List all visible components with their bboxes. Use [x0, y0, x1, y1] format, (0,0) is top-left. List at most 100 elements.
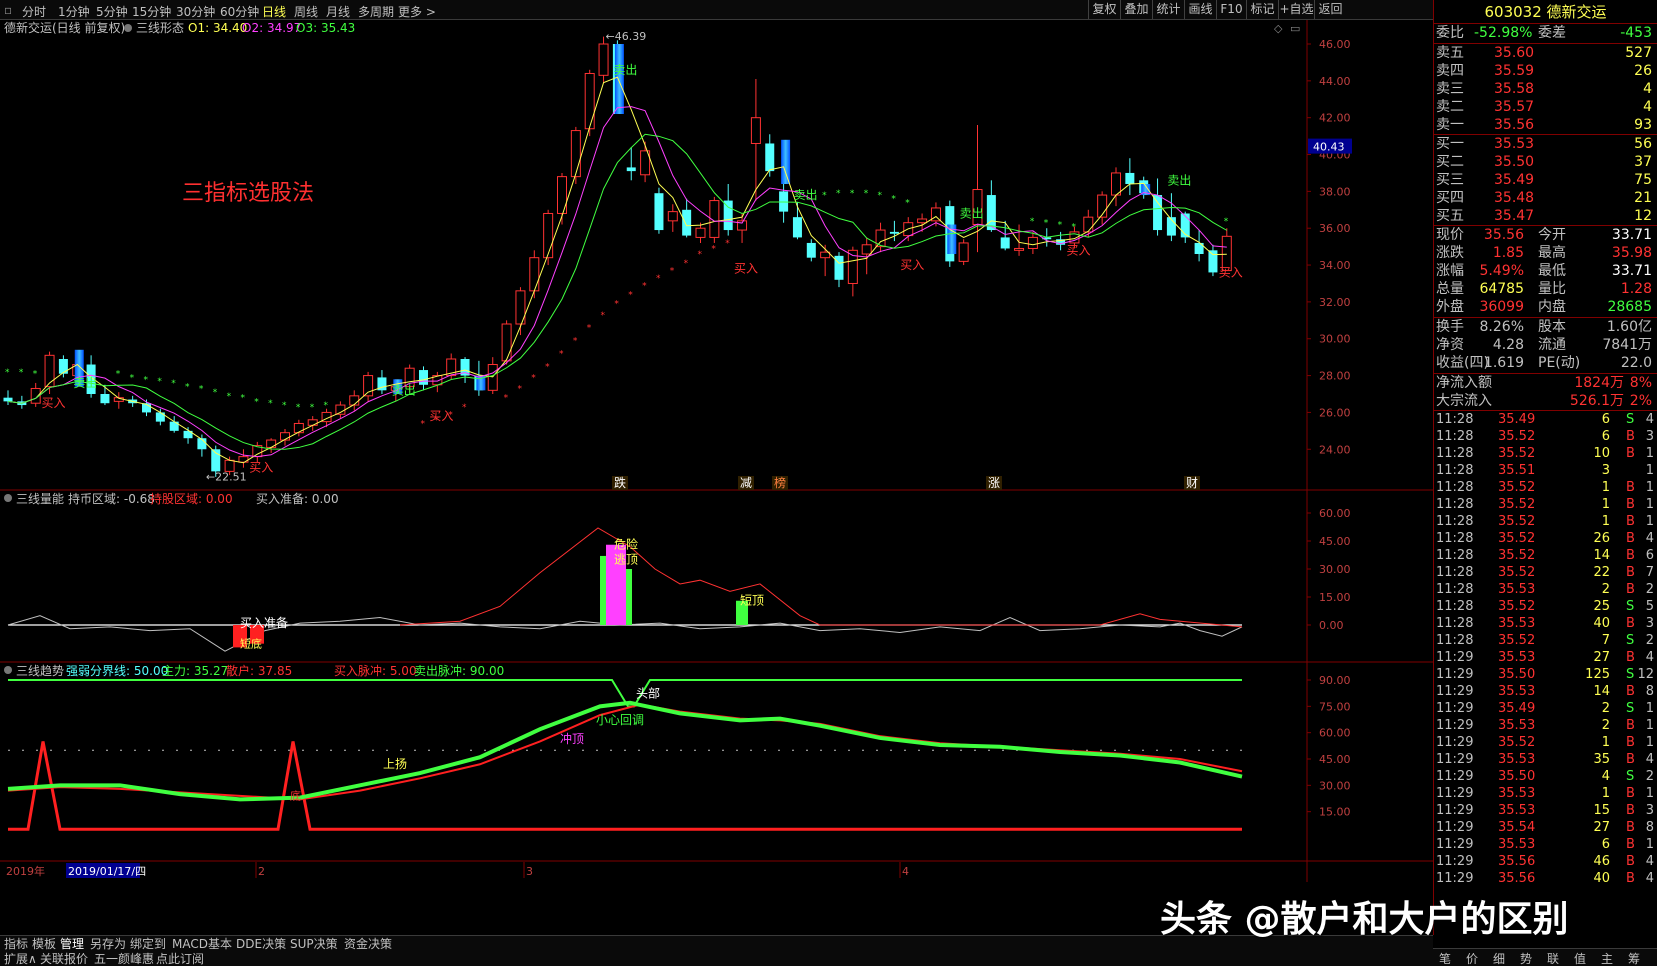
tick-count: 12: [1637, 667, 1654, 682]
period-tab[interactable]: 5分钟: [96, 3, 128, 20]
tick-volume: 26: [1593, 531, 1610, 546]
period-tab[interactable]: 日线: [262, 3, 286, 20]
sar-dot: *: [836, 189, 841, 199]
sar-dot: *: [545, 362, 550, 372]
toolbar-button[interactable]: F10: [1216, 0, 1246, 19]
bottom-tab-secondary[interactable]: 扩展∧: [4, 952, 37, 966]
tick-price: 35.49: [1498, 701, 1536, 716]
price-tick-label: 34.00: [1319, 259, 1351, 272]
candle-body: [557, 176, 567, 214]
period-tab[interactable]: 更多 >: [398, 3, 436, 20]
tick-row: 11:28 35.49 6 S 4: [1434, 411, 1657, 428]
period-tab[interactable]: 分时: [22, 3, 46, 20]
candle-body: [598, 43, 609, 76]
bottom-tab[interactable]: 模板: [32, 937, 56, 951]
period-tab[interactable]: 60分钟: [220, 3, 259, 20]
sar-dot: *: [559, 349, 564, 359]
quote-tab[interactable]: 笔: [1439, 950, 1451, 966]
tick-volume: 27: [1593, 650, 1610, 665]
tick-count: 4: [1645, 871, 1654, 886]
sell-signal-label: 卖出: [1167, 173, 1191, 187]
bottom-tab[interactable]: 指标: [4, 937, 28, 951]
bottom-tab[interactable]: DDE决策: [236, 937, 286, 951]
bottom-tab[interactable]: 管理: [60, 937, 84, 951]
quote-tab[interactable]: 主: [1601, 950, 1613, 966]
tick-side: B: [1626, 480, 1635, 495]
flow-label: 净流入额: [1436, 375, 1492, 391]
toolbar-button[interactable]: 画线: [1184, 0, 1216, 19]
ask-volume: 4: [1643, 99, 1652, 115]
bid-label: 买四: [1436, 190, 1464, 206]
tick-volume: 10: [1593, 446, 1610, 461]
quote-tab[interactable]: 细: [1493, 950, 1505, 966]
quote-tab[interactable]: 筹: [1628, 950, 1640, 966]
flow-value: 526.1万: [1569, 393, 1624, 409]
period-tab[interactable]: 1分钟: [58, 3, 90, 20]
bottom-tab[interactable]: 资金决策: [344, 937, 392, 951]
tick-count: 1: [1645, 735, 1654, 750]
ask-price: 35.60: [1494, 45, 1535, 61]
tick-count: 2: [1645, 582, 1654, 597]
tick-volume: 35: [1593, 752, 1610, 767]
toolbar-button[interactable]: 返回: [1314, 0, 1346, 19]
stat-value: 5.49%: [1479, 263, 1524, 279]
tick-volume: 6: [1601, 837, 1610, 852]
bottom-tab-secondary[interactable]: 五一颜峰惠: [94, 952, 154, 966]
quote-tab[interactable]: 势: [1520, 950, 1532, 966]
quote-bottom-tabs: 笔价细势联值主筹: [1433, 948, 1657, 966]
quote-tab[interactable]: 价: [1466, 950, 1478, 966]
toolbar-button[interactable]: +自选: [1278, 0, 1314, 19]
toolbar-button[interactable]: 统计: [1152, 0, 1184, 19]
trend-label-bottom: 底: [290, 788, 301, 802]
period-tab[interactable]: 15分钟: [132, 3, 171, 20]
quote-tab[interactable]: 联: [1547, 950, 1559, 966]
bottom-tab-secondary[interactable]: 点此订阅: [156, 952, 204, 966]
panel-restore-icon: ▭: [1290, 22, 1300, 35]
tick-time: 11:28: [1436, 582, 1474, 597]
bottom-tab[interactable]: SUP决策: [290, 937, 338, 951]
sar-dot: *: [891, 195, 896, 205]
period-tab[interactable]: 30分钟: [176, 3, 215, 20]
toolbar-button[interactable]: 叠加: [1120, 0, 1152, 19]
period-tab[interactable]: 月线: [326, 3, 350, 20]
tick-volume: 3: [1601, 463, 1610, 478]
period-tab[interactable]: 多周期: [358, 3, 394, 20]
buy-signal-label: 买入: [734, 262, 758, 276]
x-axis-month: 3: [526, 865, 533, 878]
candle-body: [654, 193, 664, 231]
candle-body: [695, 227, 706, 238]
tick-side: B: [1626, 497, 1635, 512]
ask-row: 卖一 35.56 93: [1434, 116, 1657, 135]
ask-label: 卖四: [1436, 63, 1464, 79]
sar-dot: *: [296, 403, 301, 413]
trend-label-rise: 上扬: [383, 756, 407, 771]
toolbar-button[interactable]: 标记: [1246, 0, 1278, 19]
bottom-tab-secondary[interactable]: 关联报价: [40, 952, 88, 966]
tick-count: 1: [1645, 837, 1654, 852]
stat-row: 换手 8.26% 股本 1.60亿: [1434, 318, 1657, 337]
trend-tick-label: 90.00: [1319, 674, 1351, 687]
bottom-tab[interactable]: 另存为: [90, 937, 126, 951]
stat-value: 33.71: [1611, 227, 1652, 243]
weibi-row: 委比 -52.98% 委差 -453: [1434, 24, 1657, 43]
bottom-tab[interactable]: MACD基本: [172, 937, 232, 951]
bid-label: 买一: [1436, 136, 1464, 152]
tick-time: 11:29: [1436, 837, 1474, 852]
tick-volume: 1: [1601, 480, 1610, 495]
bid-label: 买三: [1436, 172, 1464, 188]
tick-volume: 4: [1601, 769, 1610, 784]
bid-price: 35.50: [1494, 154, 1535, 170]
tick-count: 4: [1645, 531, 1654, 546]
bottom-tab[interactable]: 绑定到: [130, 937, 166, 951]
period-tab[interactable]: 周线: [294, 3, 318, 20]
weicha-label: 委差: [1538, 25, 1566, 41]
bid-price: 35.49: [1494, 172, 1535, 188]
sar-dot: *: [185, 383, 190, 393]
window-menu-icon[interactable]: ▫: [4, 3, 12, 17]
quote-tab[interactable]: 值: [1574, 950, 1586, 966]
sar-dot: *: [19, 368, 24, 378]
tick-side: B: [1626, 735, 1635, 750]
toolbar-button[interactable]: 复权: [1088, 0, 1120, 19]
ma-o3: O3: 35.43: [296, 21, 355, 35]
stat-value: 36099: [1479, 299, 1524, 315]
